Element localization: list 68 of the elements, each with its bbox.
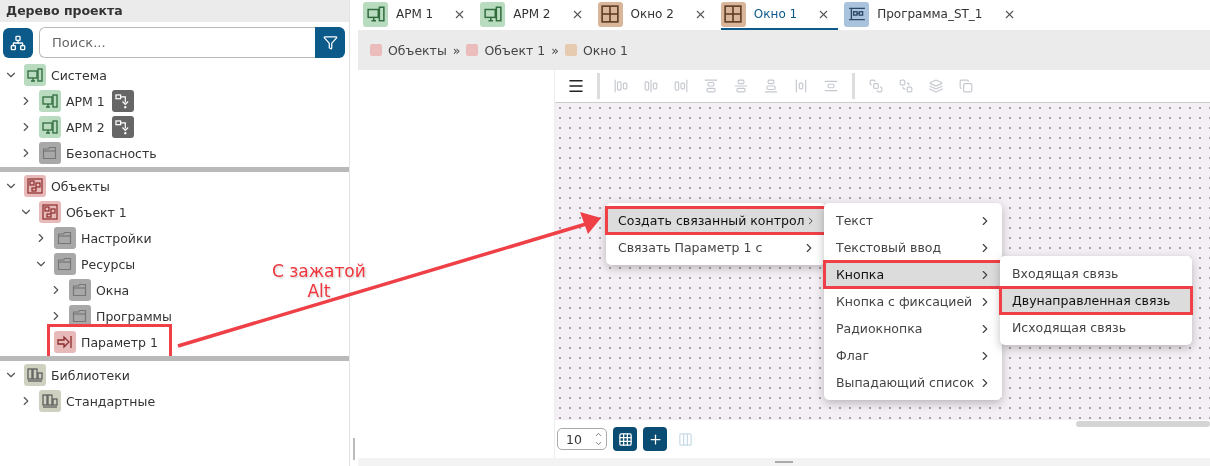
tree-item[interactable]: Параметр 1 [81,334,158,350]
tree-item[interactable]: Стандартные [66,393,156,409]
folder-icon [54,253,76,275]
window-icon [720,1,746,27]
menu-item[interactable]: Создать связанный контрол [606,207,826,234]
grid-icon [617,431,633,447]
window-icon [597,1,623,27]
tree-item[interactable]: Безопасность [66,145,157,161]
deploy-icon[interactable] [111,116,134,138]
grid-size-field[interactable]: 10 [557,428,607,450]
hierarchy-icon [10,34,26,51]
search-field[interactable]: Поиск... [39,27,315,58]
tree-item[interactable]: Объект 1 [66,204,127,220]
tree-item[interactable]: Система [51,67,107,83]
menu-item[interactable]: Исходящая связь [1000,314,1192,341]
snap-button[interactable] [643,427,667,451]
menu-item[interactable]: Текстовый ввод [824,234,1002,261]
annotation-note: С зажатой Alt [272,262,366,302]
diagram-icon [24,175,46,197]
computer-icon [24,64,46,86]
tree-item[interactable]: АРМ 1 [66,93,105,109]
folder-icon [39,142,61,164]
tree-item[interactable]: Программы [96,308,172,324]
computer-icon [363,1,388,27]
breadcrumb-item[interactable]: Объекты [388,42,447,58]
tree-view-button[interactable] [3,27,33,58]
filter-icon [322,35,338,50]
menu-item[interactable]: Связать Параметр 1 с [606,234,826,261]
menu-item[interactable]: Входящая связь [1000,260,1192,287]
menu-item[interactable]: Кнопка с фиксацией [824,288,1002,315]
tree-item[interactable]: Окна [96,282,130,298]
breadcrumb-item[interactable]: Окно 1 [582,42,629,58]
folder-icon [69,305,91,327]
columns-icon [677,431,693,447]
breadcrumb-separator: » [452,42,461,58]
library-icon [39,390,61,412]
editor-tab[interactable]: Окно 2 [597,0,715,30]
editor-tab[interactable]: Программа_ST_1 [844,0,1024,30]
tree-item[interactable]: Объекты [51,178,110,194]
menu-item[interactable]: Двунаправленная связь [1000,287,1192,314]
plus-icon [647,431,663,447]
panel-title: Дерево проекта [0,0,349,22]
library-icon [24,364,46,386]
menu-item[interactable]: Радиокнопка [824,315,1002,342]
computer-icon [480,1,506,27]
editor-tab[interactable]: АРМ 1 [363,0,475,30]
tree-item[interactable]: АРМ 2 [66,119,105,135]
grid-button[interactable] [613,427,637,451]
filter-button[interactable] [315,27,345,58]
flowchart-icon [844,1,870,27]
folder-icon [69,279,91,301]
editor-tab[interactable]: АРМ 2 [480,0,592,30]
menu-item[interactable]: Кнопка [824,261,1002,288]
menu-item[interactable]: Выпадающий список [824,369,1002,396]
computer-icon [39,90,61,112]
tree-item[interactable]: Настройки [81,230,152,246]
scrollbar[interactable] [1076,421,1210,427]
menu-item[interactable]: Текст [824,207,1002,234]
tree-item[interactable]: Ресурсы [81,256,136,272]
computer-icon [39,116,61,138]
breadcrumb-separator: » [551,42,559,58]
menu-item[interactable]: Флаг [824,342,1002,369]
deploy-icon[interactable] [111,90,134,112]
spinner-icon[interactable] [594,430,603,448]
breadcrumb-item[interactable]: Объект 1 [484,42,546,58]
tree-item[interactable]: Библиотеки [51,367,130,383]
diagram-icon [39,201,61,223]
folder-icon [54,227,76,249]
